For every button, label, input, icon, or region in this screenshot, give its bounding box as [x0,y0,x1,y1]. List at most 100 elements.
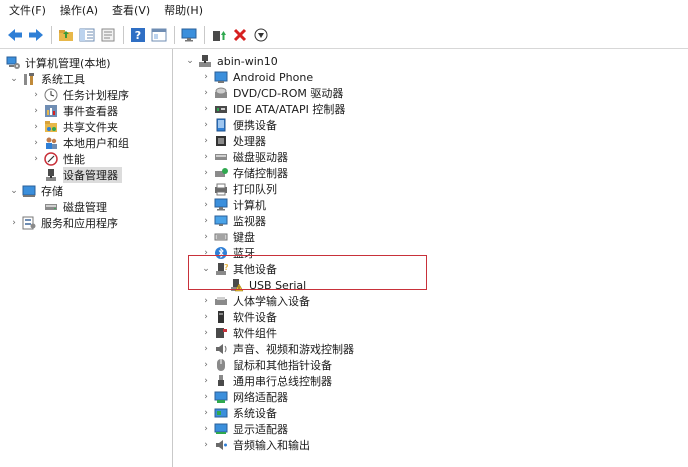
tree-label: 性能 [63,153,85,166]
chevron-right-icon[interactable]: › [30,103,42,119]
menu-action[interactable]: 操作(A) [53,0,105,22]
chevron-right-icon[interactable]: › [30,135,42,151]
tree-item-task-scheduler[interactable]: › 任务计划程序 [30,87,129,103]
toolbar-separator [174,26,175,44]
device-category-label: 监视器 [233,215,266,228]
forward-arrow-icon[interactable] [27,26,45,44]
chevron-right-icon[interactable]: › [200,437,212,453]
device-category-processor[interactable]: › 处理器 [200,133,266,149]
tree-item-services-apps[interactable]: › 服务和应用程序 [8,215,118,231]
help-icon[interactable]: ? [129,26,147,44]
tree-label: 任务计划程序 [63,89,129,102]
chevron-right-icon[interactable]: › [200,133,212,149]
disable-device-icon[interactable] [252,26,270,44]
chevron-down-icon[interactable]: ⌄ [8,183,20,199]
properties-sheet-icon[interactable] [99,26,117,44]
chevron-right-icon[interactable]: › [200,213,212,229]
tree-item-performance[interactable]: › 性能 [30,151,85,167]
device-category-mouse[interactable]: › 鼠标和其他指针设备 [200,357,332,373]
device-category-usb-controller[interactable]: › 通用串行总线控制器 [200,373,332,389]
chevron-right-icon[interactable]: › [200,325,212,341]
device-category-phone[interactable]: › Android Phone [200,69,313,85]
chevron-right-icon[interactable]: › [30,87,42,103]
chevron-right-icon[interactable]: › [200,229,212,245]
device-category-computer[interactable]: › 计算机 [200,197,266,213]
chevron-right-icon[interactable]: › [200,69,212,85]
console-tree-icon[interactable] [78,26,96,44]
chevron-right-icon[interactable]: › [200,101,212,117]
device-category-storage-controller[interactable]: › 存储控制器 [200,165,288,181]
chevron-right-icon[interactable]: › [200,405,212,421]
chevron-right-icon[interactable]: › [200,373,212,389]
tree-item-local-users[interactable]: › 本地用户和组 [30,135,129,151]
menu-file[interactable]: 文件(F) [0,0,53,22]
computer-icon [214,198,228,212]
toolbar-separator [51,26,52,44]
tree-item-system-tools[interactable]: ⌄ 系统工具 [8,71,85,87]
shared-folder-icon [44,120,58,134]
device-category-ide-controller[interactable]: › IDE ATA/ATAPI 控制器 [200,101,345,117]
menu-view[interactable]: 查看(V) [105,0,157,22]
tree-item-disk-management[interactable]: 磁盘管理 [44,199,107,215]
chevron-right-icon[interactable]: › [200,341,212,357]
chevron-right-icon[interactable]: › [200,85,212,101]
back-arrow-icon[interactable] [6,26,24,44]
chevron-right-icon[interactable]: › [200,357,212,373]
chevron-right-icon[interactable]: › [200,293,212,309]
tree-label-selected: 设备管理器 [63,167,122,183]
audio-io-icon [214,438,228,452]
chevron-down-icon[interactable]: ⌄ [184,53,196,69]
chevron-right-icon[interactable]: › [200,149,212,165]
chevron-right-icon[interactable]: › [200,117,212,133]
chevron-right-icon[interactable]: › [200,165,212,181]
tree-label: 计算机管理(本地) [25,57,111,70]
device-category-print-queue[interactable]: › 打印队列 [200,181,277,197]
chevron-right-icon[interactable]: › [200,197,212,213]
device-root-node[interactable]: ⌄ abin-win10 [184,53,278,69]
users-icon [44,136,58,150]
update-driver-icon[interactable] [210,26,228,44]
clock-icon [44,88,58,102]
software-component-icon [214,326,228,340]
uninstall-x-icon[interactable] [231,26,249,44]
chevron-right-icon[interactable]: › [30,119,42,135]
device-category-software-component[interactable]: › 软件组件 [200,325,277,341]
device-category-keyboard[interactable]: › 键盘 [200,229,255,245]
print-queue-icon [214,182,228,196]
tree-item-storage[interactable]: ⌄ 存储 [8,183,63,199]
tree-item-shared-folders[interactable]: › 共享文件夹 [30,119,118,135]
device-category-system-device[interactable]: › 系统设备 [200,405,277,421]
device-category-network-adapter[interactable]: › 网络适配器 [200,389,288,405]
chevron-right-icon[interactable]: › [8,215,20,231]
view-pane-icon[interactable] [150,26,168,44]
system-device-icon [214,406,228,420]
computer-management-icon [6,56,20,70]
device-category-disk-drive[interactable]: › 磁盘驱动器 [200,149,288,165]
chevron-right-icon[interactable]: › [30,151,42,167]
device-category-monitor[interactable]: › 监视器 [200,213,266,229]
device-category-hid[interactable]: › 人体学输入设备 [200,293,310,309]
folder-up-icon[interactable] [57,26,75,44]
tree-label: 存储 [41,185,63,198]
device-category-label: 便携设备 [233,119,277,132]
monitor-scan-icon[interactable] [180,26,198,44]
tree-item-event-viewer[interactable]: › 事件查看器 [30,103,118,119]
device-category-sound[interactable]: › 声音、视频和游戏控制器 [200,341,354,357]
chevron-right-icon[interactable]: › [200,421,212,437]
monitor-icon [214,214,228,228]
chevron-right-icon[interactable]: › [200,181,212,197]
device-category-software-device[interactable]: › 软件设备 [200,309,277,325]
tools-icon [22,72,36,86]
ide-controller-icon [214,102,228,116]
menu-help[interactable]: 帮助(H) [157,0,210,22]
device-category-portable-device[interactable]: › 便携设备 [200,117,277,133]
chevron-right-icon[interactable]: › [200,309,212,325]
device-category-audio-io[interactable]: › 音频输入和输出 [200,437,310,453]
device-category-dvd-drive[interactable]: › DVD/CD-ROM 驱动器 [200,85,343,101]
chevron-down-icon[interactable]: ⌄ [8,71,20,87]
tree-item-device-manager[interactable]: 设备管理器 [44,167,122,183]
tree-item-computer-management[interactable]: 计算机管理(本地) [6,55,111,71]
device-category-display-adapter[interactable]: › 显示适配器 [200,421,288,437]
disk-management-icon [44,200,58,214]
chevron-right-icon[interactable]: › [200,389,212,405]
